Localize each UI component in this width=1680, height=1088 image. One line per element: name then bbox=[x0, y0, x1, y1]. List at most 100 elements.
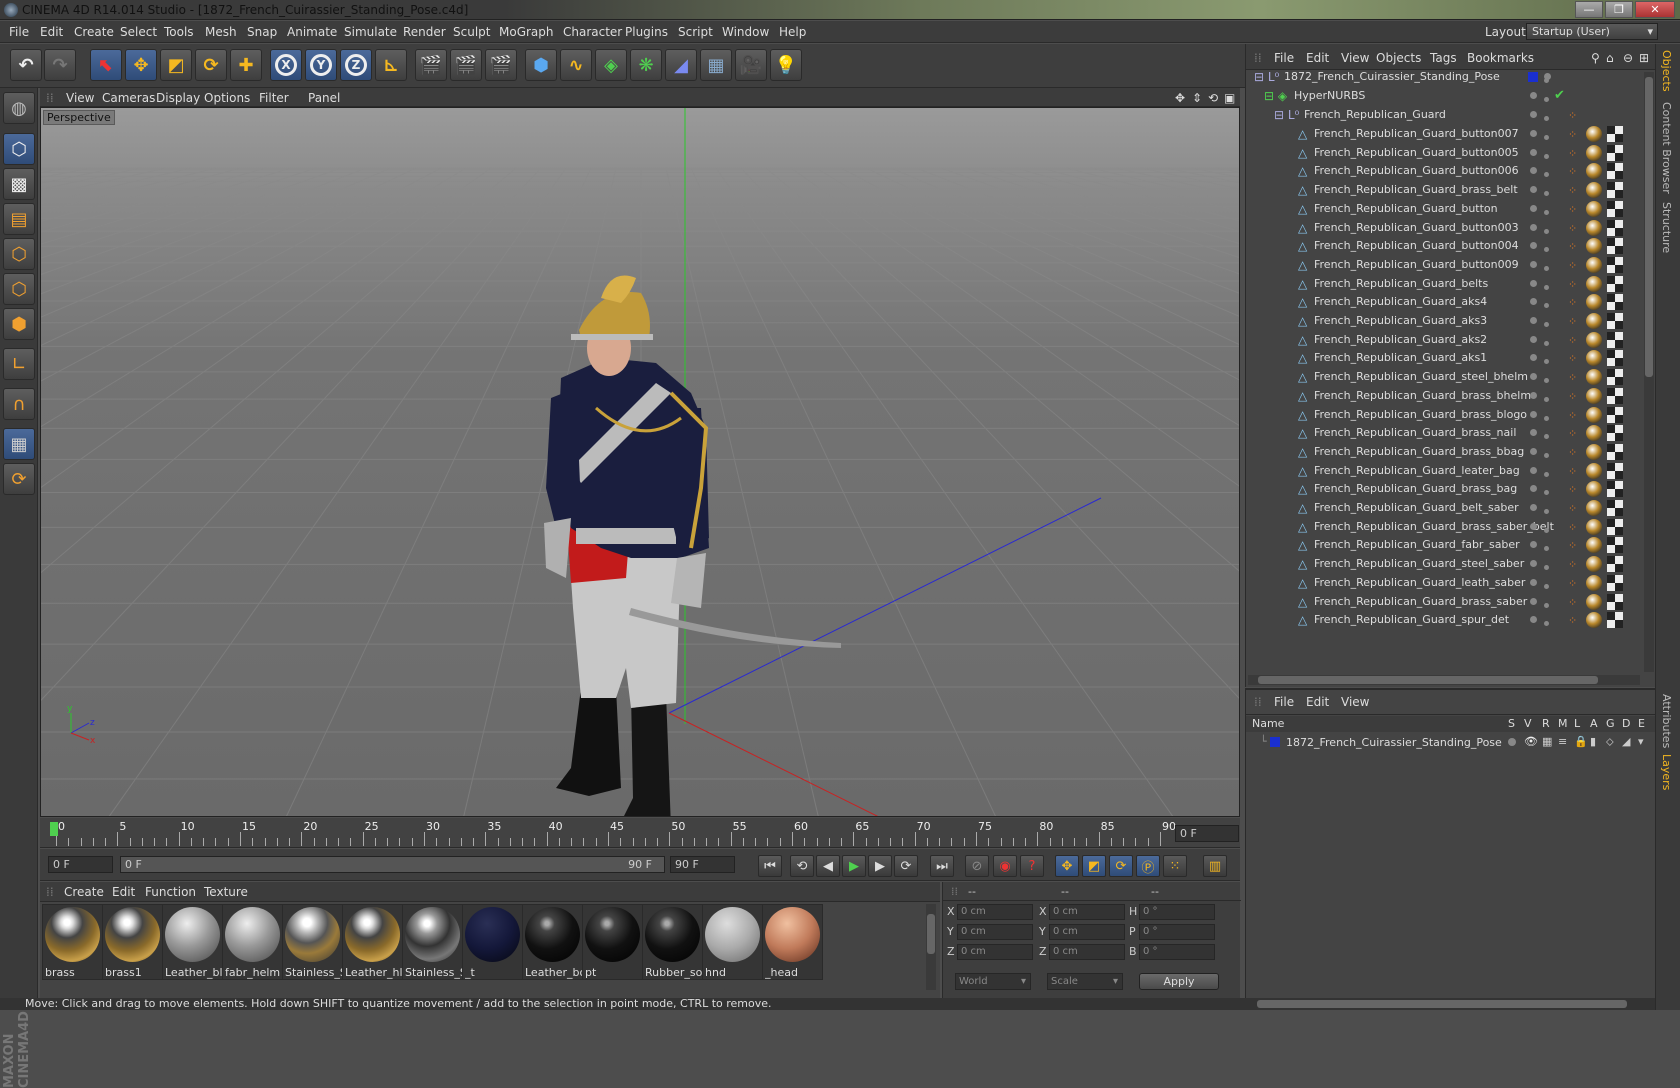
object-row[interactable]: △ French_Republican_Guard_brass_belt ⁘ bbox=[1246, 180, 1644, 200]
manager-icon[interactable]: ≡ bbox=[1558, 735, 1567, 748]
render-visibility-dot[interactable] bbox=[1544, 602, 1549, 608]
object-row[interactable]: △ French_Republican_Guard_brass_bhelm ⁘ bbox=[1246, 386, 1644, 406]
editor-visibility-dot[interactable] bbox=[1530, 560, 1537, 568]
menu-mesh[interactable]: Mesh bbox=[205, 25, 237, 39]
phong-tag-icon[interactable]: ⁘ bbox=[1568, 596, 1580, 609]
menu-help[interactable]: Help bbox=[779, 25, 806, 39]
material-tag-icon[interactable] bbox=[1586, 126, 1602, 142]
material-tag-icon[interactable] bbox=[1586, 500, 1602, 516]
editor-visibility-dot[interactable] bbox=[1530, 616, 1537, 624]
layer-column-header[interactable]: Name bbox=[1252, 717, 1284, 730]
viewport-perspective[interactable]: y z x Perspective bbox=[40, 107, 1240, 817]
render-visibility-dot[interactable] bbox=[1544, 191, 1549, 197]
material-tag-icon[interactable] bbox=[1586, 200, 1602, 217]
viewport-menu-filter[interactable]: Filter bbox=[259, 91, 289, 105]
end-frame-field[interactable]: 90 F bbox=[670, 856, 735, 873]
record-keys-button[interactable]: ⊘ bbox=[965, 855, 989, 877]
layout-dropdown[interactable]: Startup (User) ▾ bbox=[1526, 23, 1658, 40]
uvw-tag-icon[interactable] bbox=[1607, 331, 1623, 348]
axis-mode-button[interactable]: ∟ bbox=[3, 348, 35, 380]
object-row[interactable]: △ French_Republican_Guard_brass_nail ⁘ bbox=[1246, 423, 1644, 443]
size-mode-dropdown[interactable]: Scale ▾ bbox=[1047, 973, 1123, 990]
render-visibility-dot[interactable] bbox=[1544, 322, 1549, 327]
unlock-icon[interactable]: ⊖ bbox=[1623, 51, 1633, 65]
layer-column-header[interactable]: D bbox=[1622, 717, 1630, 730]
object-row[interactable]: △ French_Republican_Guard_aks2 ⁘ bbox=[1246, 330, 1644, 350]
material-tag-icon[interactable] bbox=[1586, 518, 1602, 535]
snap-button[interactable]: ∩ bbox=[3, 388, 35, 420]
editor-visibility-dot[interactable] bbox=[1530, 354, 1537, 362]
object-row[interactable]: △ French_Republican_Guard_aks4 ⁘ bbox=[1246, 292, 1644, 312]
coordinate-system-button[interactable]: ⊾ bbox=[375, 49, 407, 81]
uvw-tag-icon[interactable] bbox=[1607, 574, 1623, 591]
timeline-button[interactable]: ▥ bbox=[1203, 855, 1227, 877]
phong-tag-icon[interactable]: ⁘ bbox=[1568, 371, 1580, 384]
editor-visibility-dot[interactable] bbox=[1530, 447, 1537, 455]
phong-tag-icon[interactable]: ⁘ bbox=[1568, 109, 1580, 122]
phong-tag-icon[interactable]: ⁘ bbox=[1568, 427, 1580, 440]
menu-tools[interactable]: Tools bbox=[164, 25, 194, 39]
coord-position-field[interactable]: 0 cm bbox=[957, 924, 1033, 940]
tab-structure[interactable]: Structure bbox=[1660, 202, 1673, 253]
edges-mode-button[interactable]: ⬡ bbox=[3, 273, 35, 305]
material-tag-icon[interactable] bbox=[1586, 219, 1602, 236]
scale-tool-button[interactable]: ◩ bbox=[160, 49, 192, 81]
layer-column-header[interactable]: L bbox=[1574, 717, 1580, 730]
object-list-scrollbar[interactable] bbox=[1644, 72, 1654, 672]
menu-snap[interactable]: Snap bbox=[247, 25, 277, 39]
add-deformer-button[interactable]: ◢ bbox=[665, 49, 697, 81]
material-menu-function[interactable]: Function bbox=[145, 885, 196, 899]
add-nurbs-button[interactable]: ◈ bbox=[595, 49, 627, 81]
object-list-hscrollbar[interactable] bbox=[1248, 675, 1640, 685]
render-visibility-dot[interactable] bbox=[1544, 583, 1549, 589]
uvw-tag-icon[interactable] bbox=[1607, 500, 1623, 516]
editor-visibility-dot[interactable] bbox=[1530, 429, 1537, 437]
keyframe-selection-button[interactable]: ? bbox=[1020, 855, 1044, 877]
tab-content-browser[interactable]: Content Browser bbox=[1660, 102, 1673, 194]
viewport-menu-panel[interactable]: Panel bbox=[308, 91, 340, 105]
eye-icon[interactable]: 👁 bbox=[1524, 735, 1538, 748]
layer-column-header[interactable]: A bbox=[1590, 717, 1598, 730]
object-row[interactable]: △ French_Republican_Guard_button003 ⁘ bbox=[1246, 218, 1644, 238]
phong-tag-icon[interactable]: ⁘ bbox=[1568, 409, 1580, 422]
editor-visibility-dot[interactable] bbox=[1530, 92, 1537, 99]
render-visibility-dot[interactable] bbox=[1544, 415, 1549, 421]
uvw-tag-icon[interactable] bbox=[1607, 612, 1623, 629]
phong-tag-icon[interactable]: ⁘ bbox=[1568, 184, 1580, 197]
record-position-button[interactable]: ✥ bbox=[1055, 855, 1079, 877]
move-tool-button[interactable]: ✥ bbox=[125, 49, 157, 81]
editor-visibility-dot[interactable] bbox=[1530, 335, 1537, 343]
editor-visibility-dot[interactable] bbox=[1530, 485, 1537, 493]
object-menu-objects[interactable]: Objects bbox=[1376, 51, 1421, 65]
home-icon[interactable]: ⌂ bbox=[1606, 51, 1614, 65]
render-visibility-dot[interactable] bbox=[1544, 359, 1549, 365]
object-row[interactable]: △ French_Republican_Guard_button009 ⁘ bbox=[1246, 255, 1644, 275]
material-swatch[interactable]: _head bbox=[762, 904, 823, 980]
next-key-button[interactable]: ⟳ bbox=[894, 855, 918, 877]
editor-visibility-dot[interactable] bbox=[1530, 204, 1537, 212]
editor-visibility-dot[interactable] bbox=[1530, 597, 1537, 605]
previous-key-button[interactable]: ⟲ bbox=[790, 855, 814, 877]
editor-visibility-dot[interactable] bbox=[1530, 391, 1537, 399]
uvw-tag-icon[interactable] bbox=[1607, 443, 1623, 460]
menu-character[interactable]: Character bbox=[563, 25, 622, 39]
render-visibility-dot[interactable] bbox=[1544, 546, 1549, 552]
object-row[interactable]: △ French_Republican_Guard_belts ⁘ bbox=[1246, 274, 1644, 294]
next-frame-button[interactable]: ▶ bbox=[868, 855, 892, 877]
layer-hscrollbar-thumb[interactable] bbox=[1257, 1000, 1627, 1008]
render-settings-button[interactable]: 🎬 bbox=[485, 49, 517, 81]
uvw-tag-icon[interactable] bbox=[1607, 294, 1623, 311]
frame-range-slider[interactable]: 0 F 90 F bbox=[120, 856, 665, 873]
editor-visibility-dot[interactable] bbox=[1530, 317, 1537, 324]
object-row[interactable]: △ French_Republican_Guard_belt_saber ⁘ bbox=[1246, 498, 1644, 518]
viewport-menu-options[interactable]: Options bbox=[204, 91, 250, 105]
viewport-zoom-icon[interactable]: ⇕ bbox=[1192, 91, 1202, 105]
live-selection-button[interactable]: ⬉ bbox=[90, 49, 122, 81]
render-visibility-dot[interactable] bbox=[1544, 378, 1549, 384]
material-scrollbar[interactable] bbox=[926, 904, 936, 990]
record-pla-button[interactable]: ⁙ bbox=[1163, 855, 1187, 877]
layer-color-swatch[interactable] bbox=[1528, 72, 1538, 82]
coord-rotation-field[interactable]: 0 ° bbox=[1139, 924, 1215, 940]
phong-tag-icon[interactable]: ⁘ bbox=[1568, 502, 1580, 515]
autokey-button[interactable]: ◉ bbox=[993, 855, 1017, 877]
